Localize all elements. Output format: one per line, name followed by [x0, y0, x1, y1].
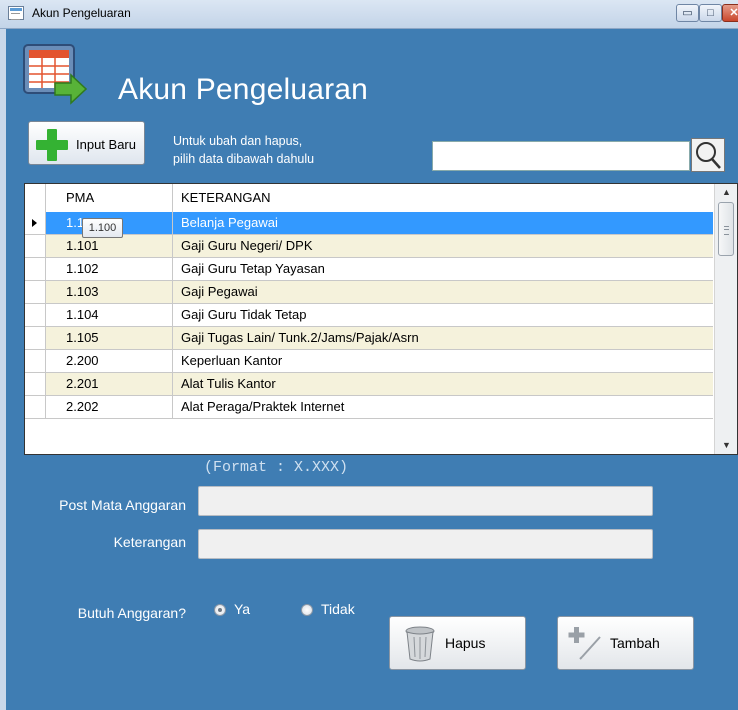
grip-icon: [724, 226, 729, 235]
table-row[interactable]: 1.100 Belanja Pegawai: [25, 212, 713, 235]
app-window: Akun Pengeluaran ▭ □ ✕ Akun Pengeluaran …: [0, 0, 738, 710]
tambah-button[interactable]: Tambah: [557, 616, 694, 670]
radio-tidak-indicator[interactable]: [301, 604, 313, 616]
row-selector[interactable]: [25, 304, 46, 326]
butuh-anggaran-label: Butuh Anggaran?: [77, 605, 186, 621]
account-grid: PMA KETERANGAN 1.100 Belanja Pegawai1.101…: [24, 183, 738, 455]
table-row[interactable]: 2.201 Alat Tulis Kantor: [25, 373, 713, 396]
radio-ya[interactable]: Ya: [214, 601, 264, 621]
app-window-icon: [8, 6, 24, 20]
cell-pma[interactable]: 1.101: [46, 235, 172, 257]
instruction-line-2: pilih data dibawah dahulu: [173, 152, 315, 166]
scroll-down-icon[interactable]: ▼: [715, 437, 737, 454]
cell-pma[interactable]: 2.201: [46, 373, 172, 395]
cell-keterangan[interactable]: Gaji Tugas Lain/ Tunk.2/Jams/Pajak/Asrn: [172, 327, 713, 349]
table-row[interactable]: 2.200 Keperluan Kantor: [25, 350, 713, 373]
input-baru-label: Input Baru: [76, 137, 136, 152]
window-title: Akun Pengeluaran: [32, 6, 131, 20]
tambah-label: Tambah: [610, 635, 660, 651]
page-title: Akun Pengeluaran: [118, 73, 369, 106]
table-row[interactable]: 1.105 Gaji Tugas Lain/ Tunk.2/Jams/Pajak/…: [25, 327, 713, 350]
radio-tidak-label: Tidak: [321, 601, 355, 617]
cell-keterangan[interactable]: Gaji Guru Tetap Yayasan: [172, 258, 713, 280]
table-row[interactable]: 1.104 Gaji Guru Tidak Tetap: [25, 304, 713, 327]
row-selector[interactable]: [25, 212, 46, 234]
instruction-line-1: Untuk ubah dan hapus,: [173, 134, 303, 148]
cell-pma[interactable]: 2.200: [46, 350, 172, 372]
trash-icon: [405, 626, 435, 662]
cell-pma[interactable]: 2.202: [46, 396, 172, 418]
row-selector[interactable]: [25, 350, 46, 372]
cell-pma[interactable]: 1.104: [46, 304, 172, 326]
scroll-up-icon[interactable]: ▲: [715, 184, 737, 201]
instruction-text: Untuk ubah dan hapus, pilih data dibawah…: [173, 132, 314, 168]
scroll-thumb[interactable]: [718, 202, 734, 256]
cell-keterangan[interactable]: Belanja Pegawai: [172, 212, 713, 234]
grid-header: PMA KETERANGAN: [25, 184, 713, 213]
cell-pma[interactable]: 1.103: [46, 281, 172, 303]
table-row[interactable]: 2.202 Alat Peraga/Praktek Internet: [25, 396, 713, 419]
row-selector[interactable]: [25, 396, 46, 418]
radio-ya-label: Ya: [234, 601, 251, 617]
expense-table-icon: [23, 44, 87, 105]
cell-tooltip: 1.100: [82, 218, 123, 238]
cell-pma[interactable]: 1.105: [46, 327, 172, 349]
hapus-label: Hapus: [445, 635, 486, 651]
table-row[interactable]: 1.103 Gaji Pegawai: [25, 281, 713, 304]
radio-tidak[interactable]: Tidak: [301, 601, 371, 621]
main-panel: Akun Pengeluaran Input Baru Untuk ubah d…: [6, 29, 738, 710]
radio-ya-indicator[interactable]: [214, 604, 226, 616]
format-hint: (Format : X.XXX): [204, 459, 349, 476]
cell-keterangan[interactable]: Alat Tulis Kantor: [172, 373, 713, 395]
row-header-corner: [25, 184, 46, 212]
add-edit-icon: [568, 627, 601, 660]
row-selector[interactable]: [25, 327, 46, 349]
current-row-arrow-icon: [32, 219, 37, 227]
cell-keterangan[interactable]: Keperluan Kantor: [172, 350, 713, 372]
maximize-button[interactable]: □: [699, 4, 722, 22]
input-baru-button[interactable]: Input Baru: [28, 121, 145, 165]
table-row[interactable]: 1.101 Gaji Guru Negeri/ DPK: [25, 235, 713, 258]
cell-keterangan[interactable]: Gaji Guru Negeri/ DPK: [172, 235, 713, 257]
search-input[interactable]: [432, 141, 690, 171]
close-button[interactable]: ✕: [722, 4, 738, 22]
keterangan-field[interactable]: [198, 529, 653, 559]
keterangan-label: Keterangan: [113, 534, 186, 550]
vertical-scrollbar[interactable]: ▲ ▼: [714, 184, 737, 454]
table-row[interactable]: 1.102 Gaji Guru Tetap Yayasan: [25, 258, 713, 281]
row-selector[interactable]: [25, 373, 46, 395]
minimize-button[interactable]: ▭: [676, 4, 699, 22]
pma-field[interactable]: [198, 486, 653, 516]
search-button[interactable]: [691, 138, 725, 172]
row-selector[interactable]: [25, 281, 46, 303]
cell-keterangan[interactable]: Alat Peraga/Praktek Internet: [172, 396, 713, 418]
title-bar[interactable]: Akun Pengeluaran ▭ □ ✕: [0, 0, 738, 29]
cell-keterangan[interactable]: Gaji Guru Tidak Tetap: [172, 304, 713, 326]
cell-pma[interactable]: 1.102: [46, 258, 172, 280]
column-header-pma[interactable]: PMA: [46, 184, 172, 212]
plus-icon: [36, 129, 68, 161]
column-header-keterangan[interactable]: KETERANGAN: [172, 184, 713, 212]
pma-label: Post Mata Anggaran: [59, 497, 186, 513]
row-selector[interactable]: [25, 235, 46, 257]
hapus-button[interactable]: Hapus: [389, 616, 526, 670]
cell-keterangan[interactable]: Gaji Pegawai: [172, 281, 713, 303]
row-selector[interactable]: [25, 258, 46, 280]
search-icon: [696, 142, 721, 169]
